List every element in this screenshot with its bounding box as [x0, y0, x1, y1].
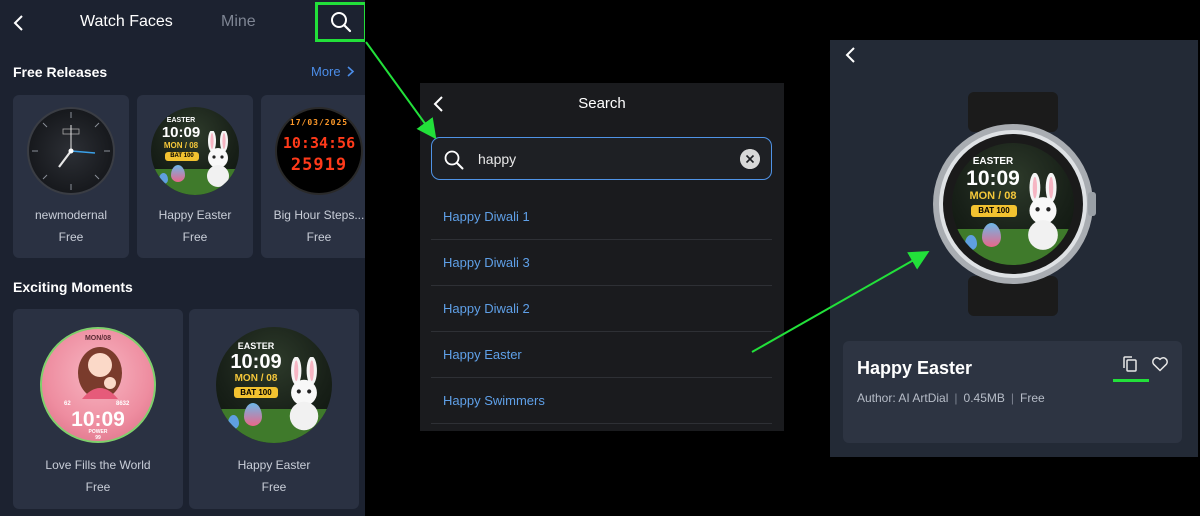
- chevron-right-icon: [347, 66, 355, 77]
- dial-label: EASTER: [166, 117, 196, 124]
- back-chevron-icon[interactable]: [842, 44, 858, 66]
- watch-face-card-happy-easter-2[interactable]: EASTER 10:09 MON / 08 BAT 100 Happy East…: [189, 309, 359, 509]
- watch-face-name: Happy Easter: [237, 458, 311, 472]
- dial-battery: BAT 100: [165, 152, 199, 161]
- watch-face-preview: EASTER 10:09 MON / 08 BAT 100: [952, 143, 1074, 265]
- search-result-item[interactable]: Happy Diwali 2: [431, 286, 772, 332]
- watch-face-card-happy-easter[interactable]: EASTER 10:09 MON / 08 BAT 100 Happy East…: [137, 95, 253, 258]
- free-releases-title: Free Releases: [13, 64, 108, 80]
- tab-mine[interactable]: Mine: [221, 13, 256, 31]
- search-result-item[interactable]: Happy Diwali 1: [431, 194, 772, 240]
- dial-label: EASTER: [237, 341, 275, 351]
- egg-graphic: [228, 415, 239, 429]
- heart-icon[interactable]: [1151, 355, 1169, 373]
- mother-child-graphic: [78, 347, 122, 399]
- watch-face-thumbnail: [27, 107, 115, 195]
- bunny-graphic: [1028, 173, 1058, 250]
- watch-face-price: Free: [58, 230, 84, 244]
- watch-face-price: Free: [182, 230, 208, 244]
- dial-steps: 25919: [290, 155, 348, 175]
- watch-face-thumbnail: MON/08 62 8632 10:09 POWER 99: [40, 327, 156, 443]
- watch-face-card-love-fills-the-world[interactable]: MON/08 62 8632 10:09 POWER 99 Love Fills…: [13, 309, 183, 509]
- watch-face-name: Big Hour Steps...: [273, 208, 365, 222]
- back-chevron-icon[interactable]: [9, 12, 29, 34]
- search-result-item[interactable]: Happy Swimmers: [431, 378, 772, 424]
- search-result-item[interactable]: Happy Diwali 3: [431, 240, 772, 286]
- more-link[interactable]: More: [311, 64, 355, 79]
- search-icon[interactable]: [330, 11, 352, 33]
- search-result-label: Happy Diwali 2: [443, 301, 530, 316]
- watch-face-author: Author: AI ArtDial: [857, 391, 949, 405]
- search-icon: [444, 150, 464, 170]
- search-panel: Search Happy Diwali 1 Happy Diwali 3 Hap…: [420, 83, 784, 431]
- dial-power-value: 99: [95, 435, 101, 441]
- dial-label: EASTER: [972, 156, 1014, 167]
- search-result-label: Happy Easter: [443, 347, 522, 362]
- copy-highlight-underline: [1113, 379, 1149, 382]
- watch-face-name: newmodernal: [34, 208, 108, 222]
- bunny-graphic: [207, 131, 229, 187]
- egg-graphic: [982, 223, 1001, 247]
- watch-face-title: Happy Easter: [857, 358, 973, 378]
- egg-graphic: [171, 165, 185, 182]
- dial-date: 17/03/2025: [289, 118, 349, 127]
- meta-separator: |: [1010, 391, 1014, 405]
- search-input[interactable]: [478, 138, 728, 179]
- watch-faces-panel: Watch Faces Mine Free Releases More newm…: [0, 0, 365, 516]
- exciting-moments-title: Exciting Moments: [13, 279, 133, 295]
- search-result-label: Happy Diwali 1: [443, 209, 530, 224]
- dial-left-value: 62: [64, 401, 71, 407]
- dial-date: MON/08: [84, 335, 112, 342]
- watch-face-name: Happy Easter: [158, 208, 232, 222]
- watch-face-price: Free: [261, 480, 287, 494]
- watch-face-thumbnail: EASTER 10:09 MON / 08 BAT 100: [216, 327, 332, 443]
- watch-face-price: Free: [1020, 391, 1045, 405]
- watch-face-card-big-hour-steps[interactable]: 17/03/2025 10:34:56 25919 Big Hour Steps…: [261, 95, 365, 258]
- dial-time: 10:09: [71, 408, 125, 431]
- dial-time: 10:34:56: [282, 134, 356, 152]
- dial-battery: BAT 100: [234, 387, 278, 398]
- watch-face-price: Free: [85, 480, 111, 494]
- dial-battery: BAT 100: [971, 205, 1017, 217]
- search-title: Search: [578, 95, 626, 112]
- more-link-label: More: [311, 64, 341, 79]
- analog-dial-graphic: [32, 112, 110, 190]
- search-result-item[interactable]: Happy Easter: [431, 332, 772, 378]
- search-bar[interactable]: [431, 137, 772, 180]
- watch-face-thumbnail: 17/03/2025 10:34:56 25919: [275, 107, 363, 195]
- dial-right-value: 8632: [116, 401, 130, 407]
- watch-face-thumbnail: EASTER 10:09 MON / 08 BAT 100: [151, 107, 239, 195]
- search-result-label: Happy Swimmers: [443, 393, 545, 408]
- watch-face-size: 0.45MB: [963, 391, 1005, 405]
- egg-graphic: [159, 173, 168, 184]
- meta-separator: |: [954, 391, 958, 405]
- watch-face-meta: Author: AI ArtDial | 0.45MB | Free: [857, 391, 1045, 405]
- watch-face-price: Free: [306, 230, 332, 244]
- tab-watch-faces[interactable]: Watch Faces: [80, 13, 173, 31]
- watch-face-detail-panel: EASTER 10:09 MON / 08 BAT 100 Happy East…: [830, 40, 1198, 457]
- watch-faces-header: Watch Faces Mine: [0, 0, 365, 46]
- watch-face-card-newmodernal[interactable]: newmodernal Free: [13, 95, 129, 258]
- egg-graphic: [965, 235, 977, 250]
- copy-icon[interactable]: [1121, 355, 1139, 373]
- watch-face-info-card: Happy Easter Author: AI ArtDial | 0.45MB | F…: [843, 341, 1182, 443]
- clear-icon[interactable]: [740, 149, 760, 169]
- search-result-label: Happy Diwali 3: [443, 255, 530, 270]
- egg-graphic: [244, 403, 262, 426]
- watch-face-name: Love Fills the World: [45, 458, 151, 472]
- bunny-graphic: [289, 357, 319, 431]
